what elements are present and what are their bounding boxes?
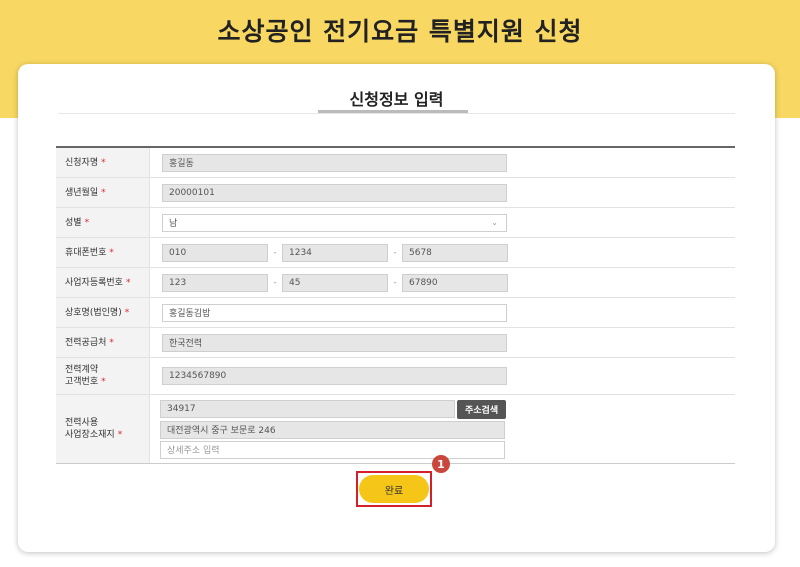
label-power-supplier: 전력공급처 * [56,328,150,357]
label-address: 전력사용 사업장소재지 * [56,395,150,463]
required-mark: * [125,277,131,288]
required-mark: * [101,377,106,387]
required-mark: * [101,187,106,198]
phone-separator: - [273,247,277,258]
label-business-no: 사업자등록번호 * [56,268,150,297]
label-birth-date: 생년월일 * [56,178,150,207]
row-power-supplier: 전력공급처 * 한국전력 [56,328,735,358]
address-search-button[interactable]: 주소검색 [457,399,507,419]
step-number-badge: 1 [432,455,450,473]
label-customer-no: 전력계약 고객번호 * [56,358,150,394]
detail-address-input[interactable]: 상세주소 입력 [160,440,505,459]
row-phone: 휴대폰번호 * 010 - 1234 - 5678 [56,238,735,268]
required-mark: * [84,217,90,228]
phone-part1-input[interactable]: 010 [162,243,268,262]
phone-part2-input[interactable]: 1234 [282,243,388,262]
row-address: 전력사용 사업장소재지 * 34917 주소검색 대전광역시 중구 보문로 246… [56,395,735,463]
required-mark: * [117,430,123,440]
section-divider [58,113,735,114]
company-name-input[interactable]: 홍길동김밥 [162,303,507,322]
row-company-name: 상호명(법인명) * 홍길동김밥 [56,298,735,328]
gender-select[interactable]: 남 ⌄ [162,213,507,232]
section-title: 신청정보 입력 [349,90,444,109]
business-no-part3-input[interactable]: 67890 [402,273,508,292]
customer-no-input[interactable]: 1234567890 [162,367,507,385]
power-supplier-input[interactable]: 한국전력 [162,333,507,352]
business-no-separator: - [393,277,397,288]
label-gender: 성별 * [56,208,150,237]
chevron-down-icon: ⌄ [491,218,498,227]
applicant-name-input[interactable]: 홍길동 [162,153,507,172]
row-customer-no: 전력계약 고객번호 * 1234567890 [56,358,735,395]
business-no-part1-input[interactable]: 123 [162,273,268,292]
done-button[interactable]: 완료 [359,475,429,503]
page-title: 소상공인 전기요금 특별지원 신청 [217,17,583,46]
row-business-no: 사업자등록번호 * 123 - 45 - 67890 [56,268,735,298]
zip-code-input[interactable]: 34917 [160,400,455,418]
row-applicant-name: 신청자명 * 홍길동 [56,148,735,178]
application-form: 신청자명 * 홍길동 생년월일 * 20000101 성별 * 남 ⌄ 휴대폰번… [56,146,735,464]
business-no-part2-input[interactable]: 45 [282,273,388,292]
road-address-input[interactable]: 대전광역시 중구 보문로 246 [160,420,505,439]
row-birth-date: 생년월일 * 20000101 [56,178,735,208]
phone-part3-input[interactable]: 5678 [402,243,508,262]
label-applicant-name: 신청자명 * [56,148,150,177]
required-mark: * [109,337,114,348]
phone-separator: - [393,247,397,258]
row-gender: 성별 * 남 ⌄ [56,208,735,238]
required-mark: * [124,307,130,318]
required-mark: * [101,157,106,168]
label-company-name: 상호명(법인명) * [56,298,150,327]
form-card: 신청정보 입력 신청자명* 홍길동 생년월일* 20000101 성별* [18,64,775,552]
business-no-separator: - [273,277,277,288]
required-mark: * [109,247,114,258]
done-button-highlight: 완료 [356,471,432,507]
birth-date-input[interactable]: 20000101 [162,183,507,202]
label-phone: 휴대폰번호 * [56,238,150,267]
